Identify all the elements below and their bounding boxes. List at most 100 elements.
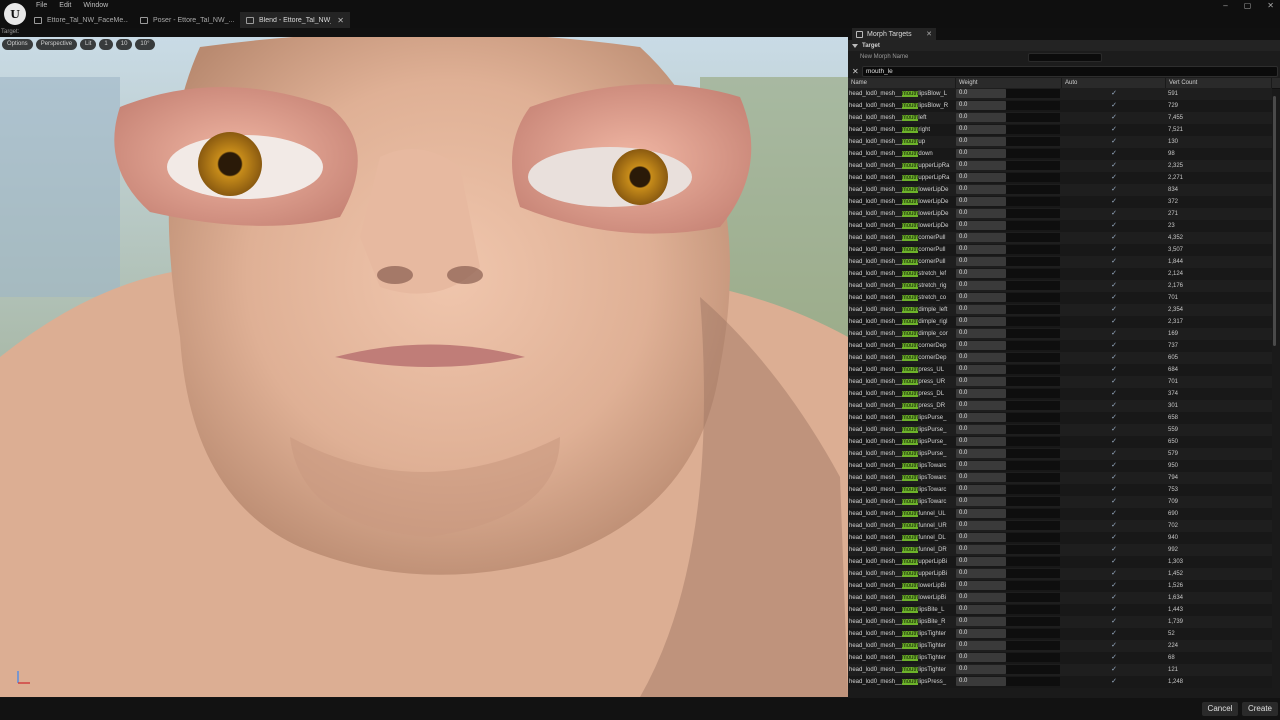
auto-checkbox[interactable]: ✓ xyxy=(1110,402,1118,410)
table-row[interactable]: head_lod0_mesh__mouthlipsTowarc 0.0 ✓ 709 xyxy=(848,496,1272,508)
weight-slider[interactable] xyxy=(1006,293,1060,302)
weight-slider[interactable] xyxy=(1006,521,1060,530)
weight-slider[interactable] xyxy=(1006,233,1060,242)
table-row[interactable]: head_lod0_mesh__mouthfunnel_UR 0.0 ✓ 702 xyxy=(848,520,1272,532)
table-row[interactable]: head_lod0_mesh__mouthcornerPull 0.0 ✓ 4,352 xyxy=(848,232,1272,244)
table-row[interactable]: head_lod0_mesh__mouthlipsTighter 0.0 ✓ 52 xyxy=(848,628,1272,640)
weight-slider[interactable] xyxy=(1006,317,1060,326)
weight-field[interactable]: 0.0 xyxy=(956,425,1006,434)
table-row[interactable]: head_lod0_mesh__mouthupperLipBi 0.0 ✓ 1,303 xyxy=(848,556,1272,568)
weight-field[interactable]: 0.0 xyxy=(956,113,1006,122)
auto-checkbox[interactable]: ✓ xyxy=(1110,414,1118,422)
weight-field[interactable]: 0.0 xyxy=(956,569,1006,578)
close-icon[interactable]: ✕ xyxy=(337,16,344,25)
auto-checkbox[interactable]: ✓ xyxy=(1110,222,1118,230)
table-row[interactable]: head_lod0_mesh__mouthupperLipBi 0.0 ✓ 1,452 xyxy=(848,568,1272,580)
table-row[interactable]: head_lod0_mesh__mouthlipsTowarc 0.0 ✓ 794 xyxy=(848,472,1272,484)
weight-field[interactable]: 0.0 xyxy=(956,533,1006,542)
weight-slider[interactable] xyxy=(1006,401,1060,410)
weight-field[interactable]: 0.0 xyxy=(956,341,1006,350)
weight-slider[interactable] xyxy=(1006,281,1060,290)
auto-checkbox[interactable]: ✓ xyxy=(1110,498,1118,506)
weight-field[interactable]: 0.0 xyxy=(956,305,1006,314)
weight-slider[interactable] xyxy=(1006,329,1060,338)
weight-slider[interactable] xyxy=(1006,89,1060,98)
weight-slider[interactable] xyxy=(1006,497,1060,506)
weight-field[interactable]: 0.0 xyxy=(956,461,1006,470)
weight-slider[interactable] xyxy=(1006,641,1060,650)
weight-field[interactable]: 0.0 xyxy=(956,125,1006,134)
tab-morph-targets[interactable]: Morph Targets ✕ xyxy=(852,28,936,40)
minimize-icon[interactable]: – xyxy=(1223,1,1227,10)
weight-field[interactable]: 0.0 xyxy=(956,245,1006,254)
weight-slider[interactable] xyxy=(1006,389,1060,398)
weight-field[interactable]: 0.0 xyxy=(956,317,1006,326)
table-row[interactable]: head_lod0_mesh__mouthstretch_rig 0.0 ✓ 2,17… xyxy=(848,280,1272,292)
weight-field[interactable]: 0.0 xyxy=(956,89,1006,98)
table-row[interactable]: head_lod0_mesh__mouthfunnel_DL 0.0 ✓ 940 xyxy=(848,532,1272,544)
maximize-icon[interactable]: ▢ xyxy=(1244,1,1252,10)
weight-field[interactable]: 0.0 xyxy=(956,365,1006,374)
auto-checkbox[interactable]: ✓ xyxy=(1110,342,1118,350)
weight-field[interactable]: 0.0 xyxy=(956,233,1006,242)
table-row[interactable]: head_lod0_mesh__mouthupperLipRa 0.0 ✓ 2,325 xyxy=(848,160,1272,172)
weight-field[interactable]: 0.0 xyxy=(956,521,1006,530)
weight-slider[interactable] xyxy=(1006,629,1060,638)
auto-checkbox[interactable]: ✓ xyxy=(1110,594,1118,602)
weight-slider[interactable] xyxy=(1006,377,1060,386)
weight-slider[interactable] xyxy=(1006,509,1060,518)
weight-slider[interactable] xyxy=(1006,365,1060,374)
auto-checkbox[interactable]: ✓ xyxy=(1110,330,1118,338)
weight-slider[interactable] xyxy=(1006,581,1060,590)
weight-field[interactable]: 0.0 xyxy=(956,209,1006,218)
viewport[interactable]: Options Perspective Lit 1 10 10° xyxy=(0,37,848,697)
table-row[interactable]: head_lod0_mesh__mouthlowerLipBi 0.0 ✓ 1,526 xyxy=(848,580,1272,592)
weight-field[interactable]: 0.0 xyxy=(956,677,1006,686)
weight-field[interactable]: 0.0 xyxy=(956,389,1006,398)
table-row[interactable]: head_lod0_mesh__mouthfunnel_UL 0.0 ✓ 690 xyxy=(848,508,1272,520)
weight-slider[interactable] xyxy=(1006,425,1060,434)
auto-checkbox[interactable]: ✓ xyxy=(1110,426,1118,434)
weight-field[interactable]: 0.0 xyxy=(956,173,1006,182)
auto-checkbox[interactable]: ✓ xyxy=(1110,558,1118,566)
weight-field[interactable]: 0.0 xyxy=(956,629,1006,638)
table-row[interactable]: head_lod0_mesh__mouthlipsTighter 0.0 ✓ 121 xyxy=(848,664,1272,676)
table-row[interactable]: head_lod0_mesh__mouthlipsPurse_ 0.0 ✓ 579 xyxy=(848,448,1272,460)
weight-slider[interactable] xyxy=(1006,533,1060,542)
close-window-icon[interactable]: ✕ xyxy=(1267,1,1274,10)
create-button[interactable]: Create xyxy=(1242,702,1278,716)
auto-checkbox[interactable]: ✓ xyxy=(1110,210,1118,218)
table-row[interactable]: head_lod0_mesh__mouthlipsBlow_L 0.0 ✓ 591 xyxy=(848,88,1272,100)
table-row[interactable]: head_lod0_mesh__mouthlipsPurse_ 0.0 ✓ 559 xyxy=(848,424,1272,436)
auto-checkbox[interactable]: ✓ xyxy=(1110,126,1118,134)
weight-field[interactable]: 0.0 xyxy=(956,269,1006,278)
weight-slider[interactable] xyxy=(1006,605,1060,614)
table-row[interactable]: head_lod0_mesh__mouthlipsPress_ 0.0 ✓ 1,248 xyxy=(848,676,1272,688)
weight-field[interactable]: 0.0 xyxy=(956,617,1006,626)
column-vert-count[interactable]: Vert Count xyxy=(1166,78,1272,88)
weight-field[interactable]: 0.0 xyxy=(956,545,1006,554)
table-row[interactable]: head_lod0_mesh__mouthdimple_rigl 0.0 ✓ 2,31… xyxy=(848,316,1272,328)
grid-snap-button[interactable]: 10 xyxy=(115,39,133,50)
table-row[interactable]: head_lod0_mesh__mouthlowerLipDe 0.0 ✓ 372 xyxy=(848,196,1272,208)
weight-slider[interactable] xyxy=(1006,197,1060,206)
weight-slider[interactable] xyxy=(1006,257,1060,266)
auto-checkbox[interactable]: ✓ xyxy=(1110,246,1118,254)
weight-field[interactable]: 0.0 xyxy=(956,161,1006,170)
auto-checkbox[interactable]: ✓ xyxy=(1110,102,1118,110)
cancel-button[interactable]: Cancel xyxy=(1202,702,1238,716)
auto-checkbox[interactable]: ✓ xyxy=(1110,438,1118,446)
weight-field[interactable]: 0.0 xyxy=(956,413,1006,422)
table-row[interactable]: head_lod0_mesh__mouthlipsTighter 0.0 ✓ 68 xyxy=(848,652,1272,664)
weight-field[interactable]: 0.0 xyxy=(956,509,1006,518)
weight-field[interactable]: 0.0 xyxy=(956,353,1006,362)
auto-checkbox[interactable]: ✓ xyxy=(1110,546,1118,554)
table-row[interactable]: head_lod0_mesh__mouthcornerDep 0.0 ✓ 605 xyxy=(848,352,1272,364)
weight-slider[interactable] xyxy=(1006,125,1060,134)
weight-slider[interactable] xyxy=(1006,161,1060,170)
table-row[interactable]: head_lod0_mesh__mouthlowerLipDe 0.0 ✓ 271 xyxy=(848,208,1272,220)
auto-checkbox[interactable]: ✓ xyxy=(1110,366,1118,374)
auto-checkbox[interactable]: ✓ xyxy=(1110,582,1118,590)
table-row[interactable]: head_lod0_mesh__mouthlipsPurse_ 0.0 ✓ 658 xyxy=(848,412,1272,424)
weight-field[interactable]: 0.0 xyxy=(956,449,1006,458)
